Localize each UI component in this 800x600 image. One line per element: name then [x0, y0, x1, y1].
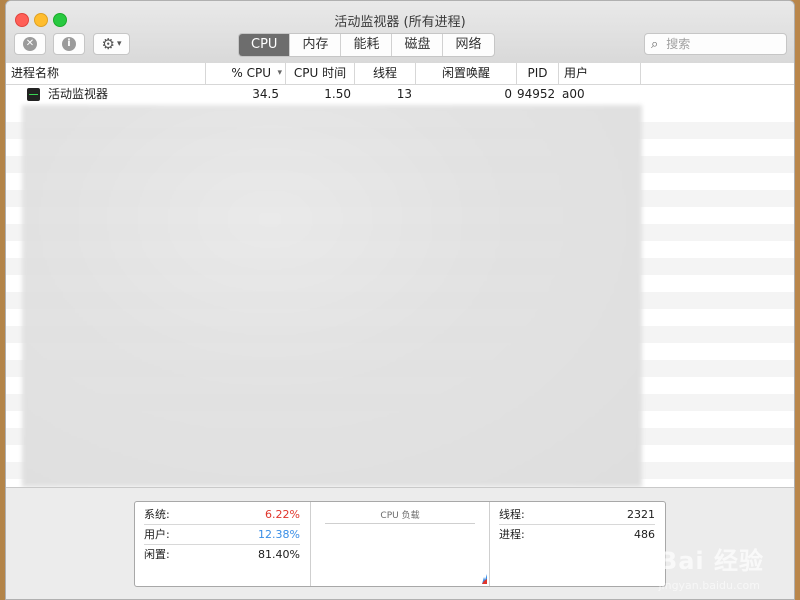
stat-processes-label: 进程: — [499, 528, 525, 541]
column-user[interactable]: 用户 — [559, 63, 641, 84]
tab-cpu[interactable]: CPU — [239, 34, 291, 56]
chevron-down-icon: ▾ — [116, 39, 122, 49]
window-title: 活动监视器 (所有进程) — [334, 15, 466, 30]
cell-user: a00 — [562, 87, 585, 101]
cell-cpu-percent: 34.5 — [252, 87, 279, 101]
column-cpu-time[interactable]: CPU 时间 — [286, 63, 355, 84]
cell-process-name: 活动监视器 — [48, 87, 109, 101]
stat-system-value: 6.22% — [265, 508, 300, 521]
stat-system: 系统: 6.22% — [144, 505, 300, 525]
process-table: 进程名称 % CPU ▾ CPU 时间 线程 闲置唤醒 PID 用户 活动监视器… — [6, 63, 794, 487]
stat-idle-label: 闲置: — [144, 548, 170, 561]
column-pid[interactable]: PID — [517, 63, 559, 84]
stat-processes-value: 486 — [634, 528, 655, 541]
stat-user-label: 用户: — [144, 528, 170, 541]
search-box[interactable]: ⌕ — [644, 33, 787, 55]
stat-threads: 线程: 2321 — [499, 505, 655, 525]
info-icon: i — [62, 37, 76, 51]
cpu-summary-panel: 系统: 6.22% 用户: 12.38% 闲置: 81.40% CPU 负载 线… — [134, 501, 666, 587]
blurred-rows — [22, 105, 642, 487]
actions-menu-button[interactable]: ⚙ ▾ — [93, 33, 130, 55]
cell-pid: 94952 — [517, 87, 556, 101]
watermark-logo: Bai 经验 — [658, 547, 764, 575]
tab-energy[interactable]: 能耗 — [341, 34, 393, 56]
tab-disk[interactable]: 磁盘 — [392, 34, 444, 56]
stat-idle-value: 81.40% — [258, 548, 300, 561]
cpu-load-spike — [482, 574, 487, 584]
cell-idle-wake: 0 — [504, 87, 512, 101]
search-icon: ⌕ — [651, 36, 659, 52]
cpu-load-title: CPU 负载 — [380, 511, 420, 521]
column-cpu-percent-label: % CPU — [231, 66, 271, 80]
watermark-url: jingyan.baidu.com — [658, 579, 760, 592]
thread-process-stats: 线程: 2321 进程: 486 — [490, 502, 665, 586]
stat-processes: 进程: 486 — [499, 525, 655, 544]
cpu-load-graph: CPU 负载 — [311, 502, 490, 586]
quit-process-button[interactable]: ✕ — [14, 33, 46, 55]
cell-threads: 13 — [396, 87, 412, 101]
stat-user-value: 12.38% — [258, 528, 300, 541]
column-process-name[interactable]: 进程名称 — [6, 63, 206, 84]
stat-threads-label: 线程: — [499, 508, 525, 521]
sort-descending-icon: ▾ — [277, 68, 282, 78]
gear-icon: ⚙ — [101, 35, 115, 53]
table-header: 进程名称 % CPU ▾ CPU 时间 线程 闲置唤醒 PID 用户 — [6, 63, 794, 85]
stat-system-label: 系统: — [144, 508, 170, 521]
column-idle-wake[interactable]: 闲置唤醒 — [416, 63, 517, 84]
title-toolbar: 活动监视器 (所有进程) ✕ i ⚙ ▾ CPU 内存 能耗 磁盘 网络 ⌕ — [6, 1, 794, 64]
tab-network[interactable]: 网络 — [443, 34, 493, 56]
tab-memory[interactable]: 内存 — [290, 34, 342, 56]
cpu-usage-stats: 系统: 6.22% 用户: 12.38% 闲置: 81.40% — [135, 502, 311, 586]
cpu-load-divider — [325, 523, 475, 524]
tab-bar: CPU 内存 能耗 磁盘 网络 — [238, 33, 495, 57]
activity-monitor-app-icon — [27, 88, 40, 101]
activity-monitor-window: 活动监视器 (所有进程) ✕ i ⚙ ▾ CPU 内存 能耗 磁盘 网络 ⌕ 进… — [5, 0, 795, 600]
stop-icon: ✕ — [23, 37, 37, 51]
table-row[interactable]: 活动监视器 34.5 1.50 13 0 94952 a00 — [6, 85, 794, 104]
search-input[interactable] — [664, 36, 769, 52]
stat-user: 用户: 12.38% — [144, 525, 300, 545]
column-cpu-percent[interactable]: % CPU ▾ — [206, 63, 286, 84]
stat-threads-value: 2321 — [627, 508, 655, 521]
column-threads[interactable]: 线程 — [355, 63, 416, 84]
cell-cpu-time: 1.50 — [324, 87, 351, 101]
inspect-process-button[interactable]: i — [53, 33, 85, 55]
stat-idle: 闲置: 81.40% — [144, 545, 300, 564]
